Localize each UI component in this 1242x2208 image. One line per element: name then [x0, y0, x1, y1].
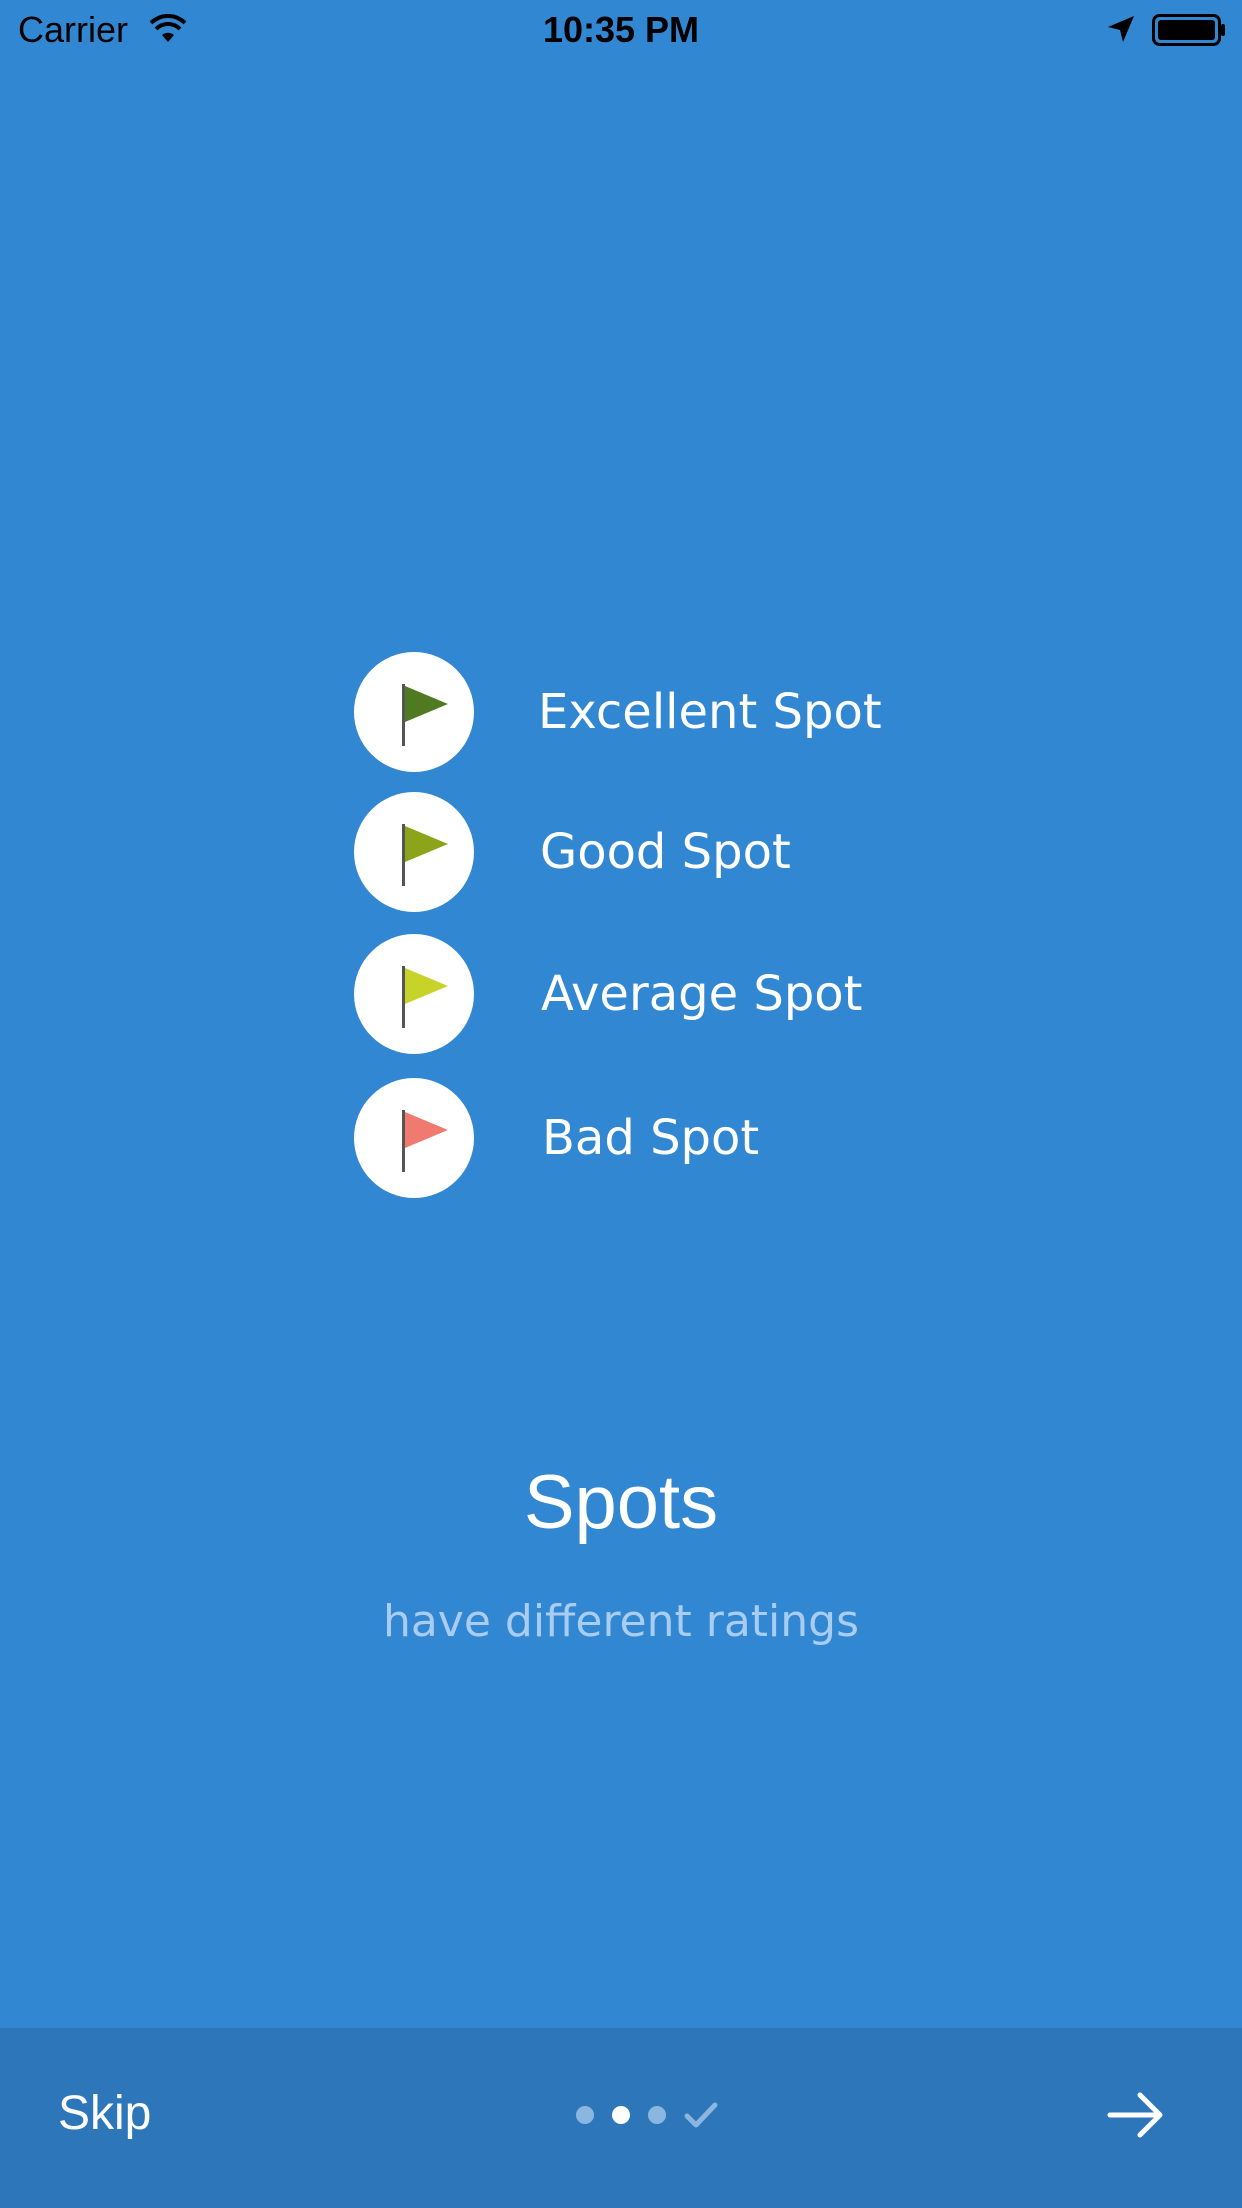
page-dot-3[interactable] [648, 2106, 666, 2124]
skip-button[interactable]: Skip [58, 2084, 151, 2144]
rating-item-good: Good Spot [354, 792, 914, 912]
flag-icon [402, 966, 448, 1028]
checkmark-icon[interactable] [684, 2100, 718, 2130]
page-subtitle: have different ratings [382, 1596, 860, 1647]
rating-item-bad: Bad Spot [354, 1078, 914, 1198]
onboarding-footer: Skip [0, 2028, 1242, 2208]
flag-icon [402, 824, 448, 886]
page-dot-1[interactable] [576, 2106, 594, 2124]
page-indicator[interactable] [570, 2098, 720, 2134]
rating-badge [354, 934, 474, 1054]
rating-badge [354, 652, 474, 772]
rating-label: Bad Spot [542, 1110, 760, 1166]
arrow-right-icon[interactable] [1106, 2090, 1166, 2140]
page-dot-2-active[interactable] [612, 2106, 630, 2124]
location-arrow-icon [1108, 16, 1134, 42]
clock: 10:35 PM [542, 9, 700, 50]
rating-label: Average Spot [541, 966, 863, 1022]
page-title: Spots [523, 1460, 719, 1545]
rating-item-average: Average Spot [354, 934, 914, 1054]
battery-icon [1152, 14, 1225, 46]
status-bar: Carrier 10:35 PM [0, 0, 1242, 60]
rating-label: Excellent Spot [538, 684, 882, 740]
rating-badge [354, 1078, 474, 1198]
rating-badge [354, 792, 474, 912]
rating-item-excellent: Excellent Spot [354, 652, 914, 772]
flag-icon [402, 1110, 448, 1172]
flag-icon [402, 684, 448, 746]
rating-label: Good Spot [540, 824, 791, 880]
